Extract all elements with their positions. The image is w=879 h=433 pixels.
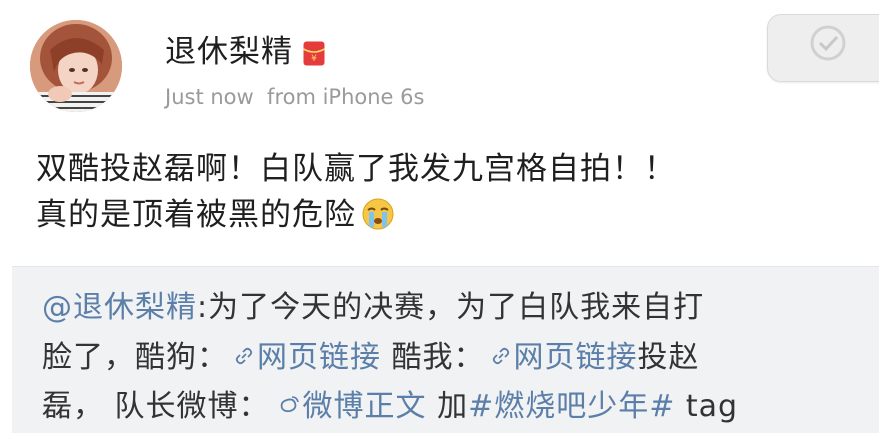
- repost-text-e: 磊，: [42, 389, 104, 424]
- mention-link[interactable]: @退休梨精: [42, 290, 197, 325]
- user-avatar-photo: [30, 20, 122, 112]
- web-link-2[interactable]: 网页链接: [514, 340, 638, 375]
- link-chain-icon: [491, 332, 511, 365]
- post-text: 双酷投赵磊啊！白队赢了我发九宫格自拍！！ 真的是顶着被黑的危险: [36, 146, 856, 238]
- repost-text-f: 队长微博：: [104, 389, 270, 424]
- repost-text-g: 加: [426, 389, 469, 424]
- link-chain-icon: [234, 332, 254, 365]
- repost-block[interactable]: @退休梨精:为了今天的决赛，为了白队我来自打 脸了，酷狗： 网页链接 酷我： 网…: [12, 266, 879, 433]
- post-source: from iPhone 6s: [267, 85, 425, 109]
- author-name[interactable]: 退休梨精: [165, 32, 293, 72]
- repost-line-2: 脸了，酷狗： 网页链接 酷我： 网页链接投赵: [42, 332, 872, 382]
- checkmark-icon: [810, 25, 846, 61]
- avatar[interactable]: [30, 20, 122, 112]
- weibo-post-card: 退休梨精 ¥ Just now from iPhone 6s 双酷投赵磊啊！白队…: [0, 0, 879, 433]
- repost-text-d: 投赵: [637, 340, 700, 375]
- post-text-line-2-text: 真的是顶着被黑的危险: [36, 197, 356, 233]
- svg-text:¥: ¥: [311, 54, 317, 64]
- post-text-line-1: 双酷投赵磊啊！白队赢了我发九宫格自拍！！: [36, 151, 676, 187]
- repost-text-c: 酷我：: [381, 340, 485, 375]
- post-text-line-2: 真的是顶着被黑的危险: [36, 192, 856, 238]
- post-meta: Just now from iPhone 6s: [165, 82, 424, 112]
- crying-face-emoji: [360, 197, 396, 231]
- author-row: 退休梨精 ¥: [165, 32, 325, 72]
- repost-text-b: 脸了，酷狗：: [42, 340, 228, 375]
- corner-action-button[interactable]: [767, 14, 879, 82]
- weibo-icon: [278, 382, 300, 413]
- post-time: Just now: [165, 85, 254, 109]
- repost-line-3: 磊， 队长微博： 微博正文 加#燃烧吧少年# tag: [42, 382, 872, 431]
- red-envelope-badge-icon: ¥: [303, 41, 325, 66]
- repost-text: @退休梨精:为了今天的决赛，为了白队我来自打 脸了，酷狗： 网页链接 酷我： 网…: [42, 283, 872, 431]
- topic-hashtag-link[interactable]: #燃烧吧少年#: [468, 389, 675, 424]
- repost-line-1: @退休梨精:为了今天的决赛，为了白队我来自打: [42, 283, 872, 332]
- web-link-1[interactable]: 网页链接: [257, 340, 381, 375]
- repost-text-h: tag: [675, 389, 739, 424]
- weibo-post-link[interactable]: 微博正文: [303, 389, 427, 424]
- repost-text-a: :为了今天的决赛，为了白队我来自打: [197, 290, 705, 325]
